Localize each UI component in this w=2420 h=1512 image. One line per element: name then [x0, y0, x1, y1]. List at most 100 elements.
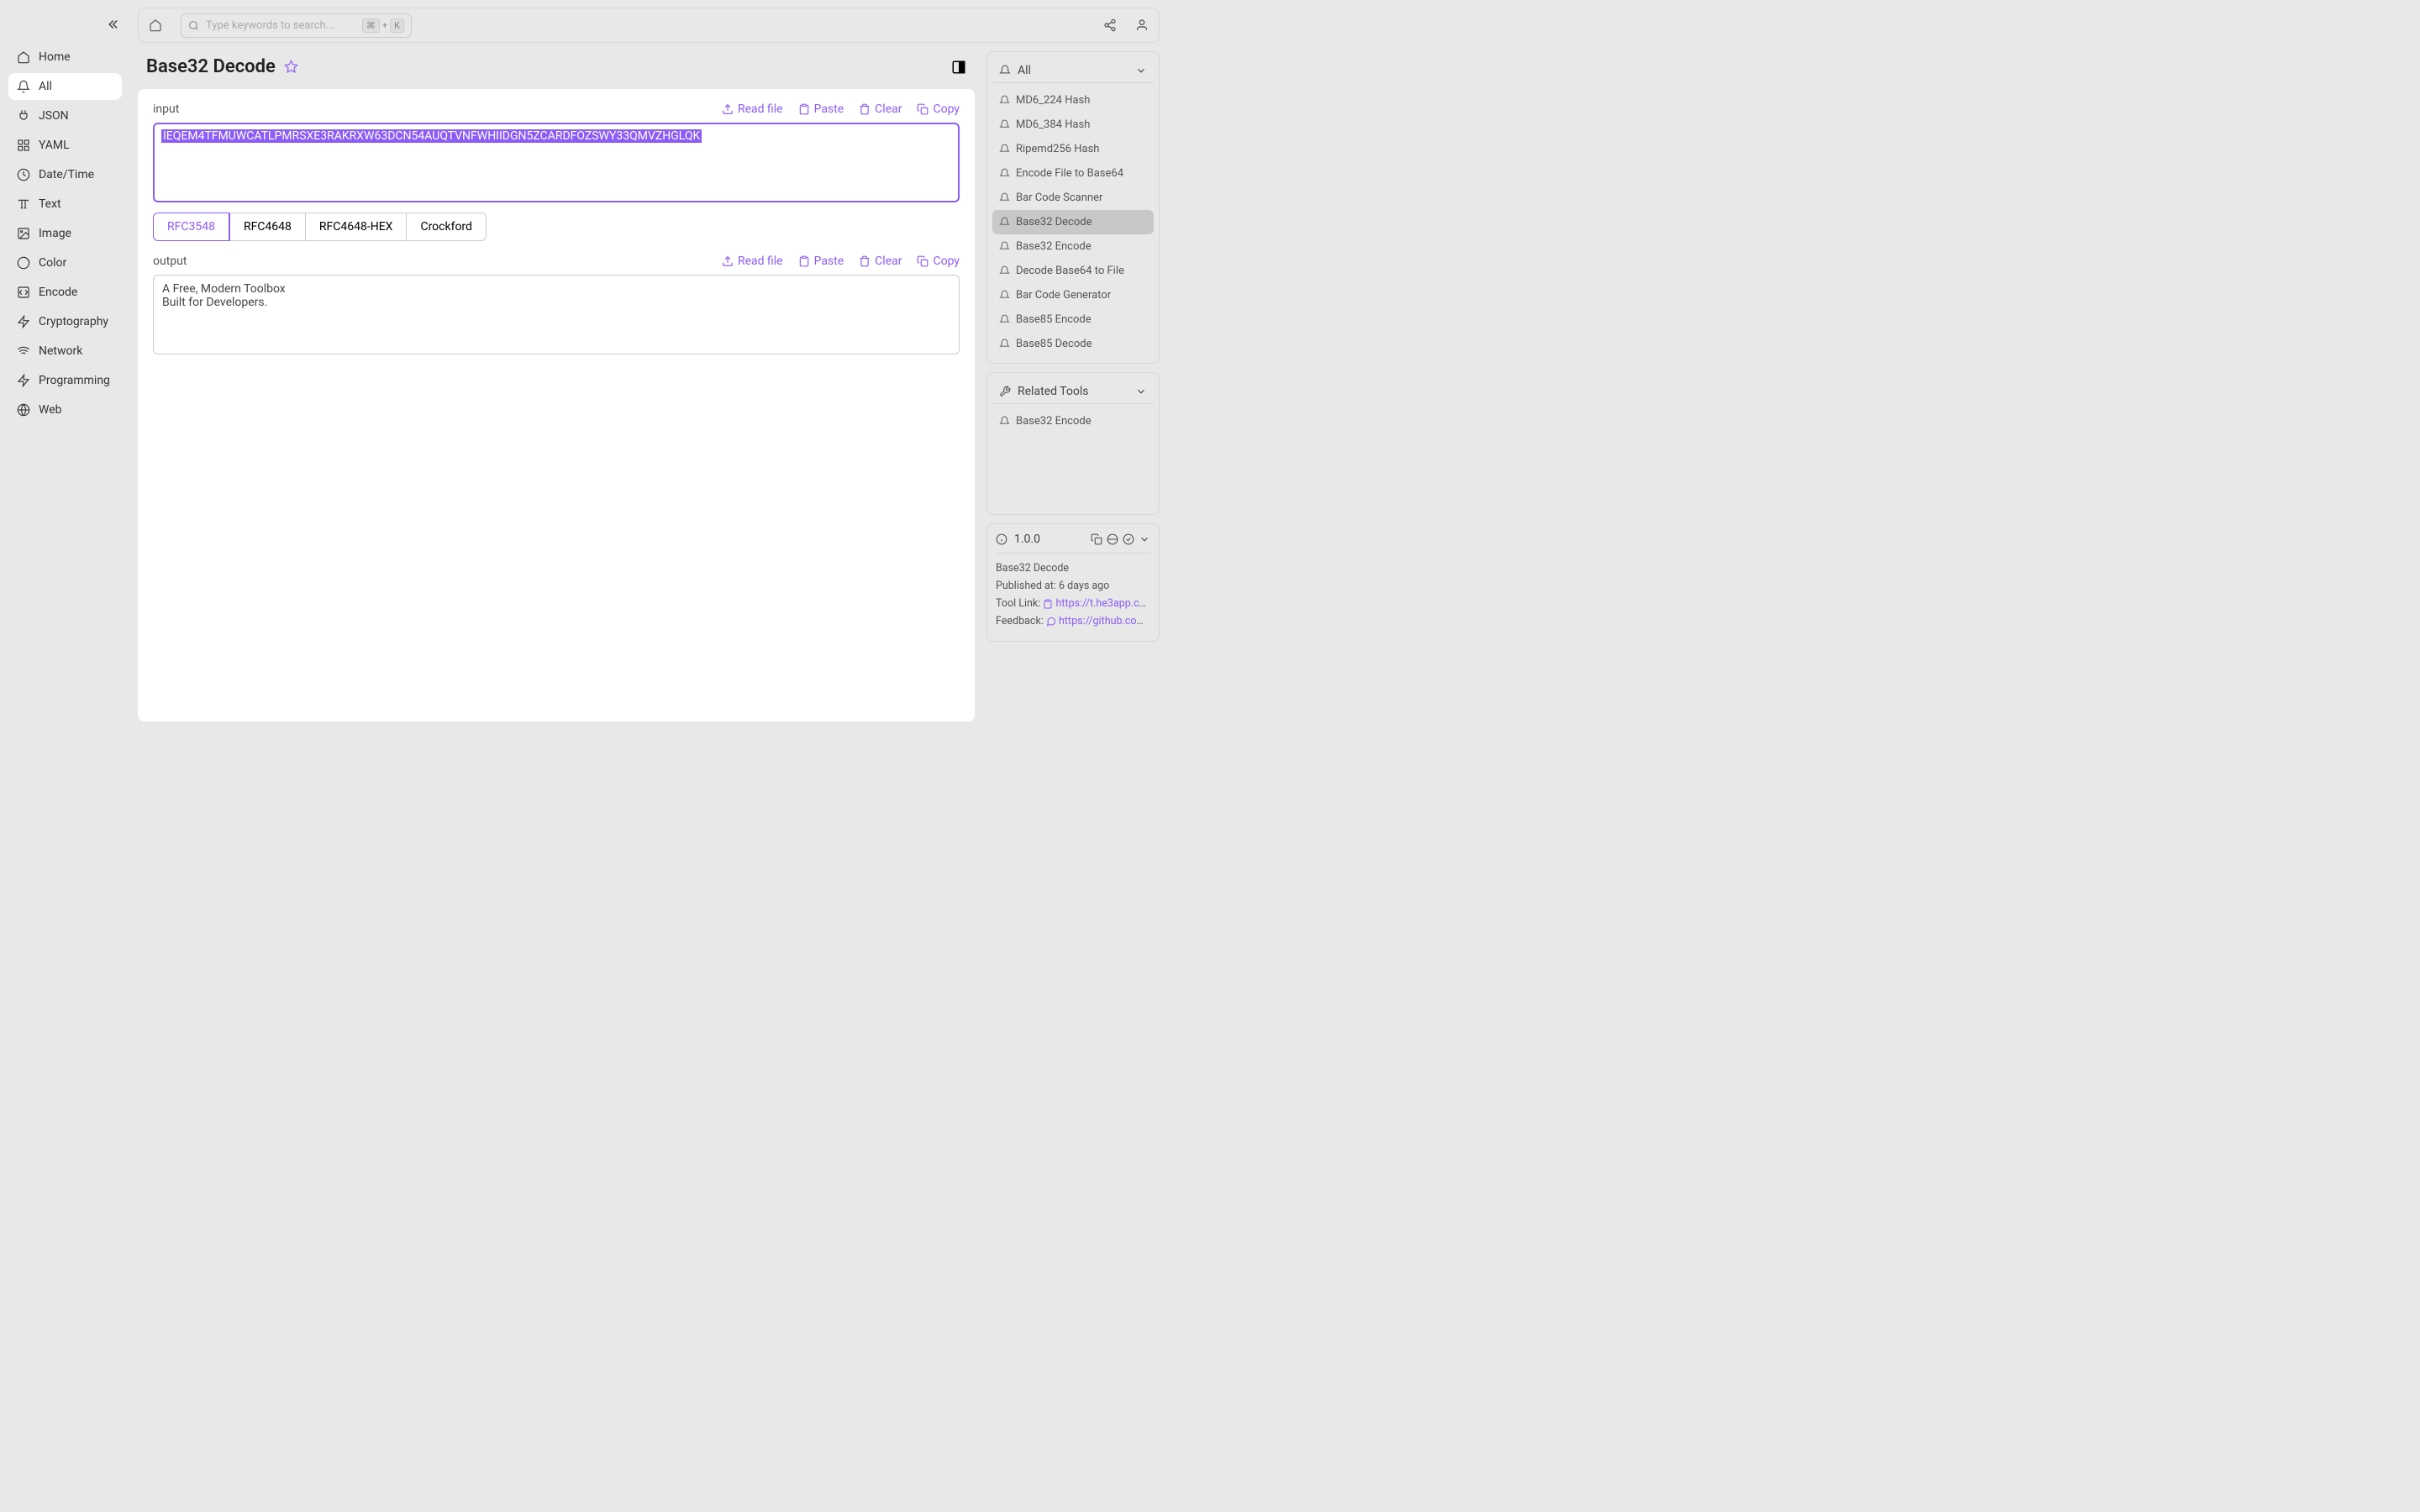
tool-item[interactable]: Encode File to Base64 [992, 161, 1154, 186]
home-button[interactable] [149, 18, 162, 32]
sidebar-item-web[interactable]: Web [8, 396, 122, 423]
tool-item[interactable]: Decode Base64 to File [992, 259, 1154, 283]
search-input[interactable] [206, 19, 362, 32]
search-box[interactable]: ⌘ + K [181, 13, 412, 38]
wrench-icon [999, 386, 1011, 397]
color-icon [17, 256, 30, 270]
sidebar-item-yaml[interactable]: YAML [8, 132, 122, 159]
related-panel-header: Related Tools [1018, 385, 1088, 398]
clipboard-icon [798, 255, 810, 267]
tool-item[interactable]: Bar Code Scanner [992, 186, 1154, 210]
version-text: 1.0.0 [1014, 533, 1040, 546]
copy-icon [917, 103, 929, 115]
plug-icon [17, 109, 30, 123]
info-tool-link: Tool Link: https://t.he3app.co... [996, 597, 1150, 610]
clipboard-icon [798, 103, 810, 115]
sidebar-item-color[interactable]: Color [8, 249, 122, 276]
copy-mini-icon[interactable] [1091, 533, 1102, 545]
tool-icon [999, 217, 1010, 228]
image-icon [17, 227, 30, 240]
wifi-icon [17, 344, 30, 358]
mode-segmented-control: RFC3548 RFC4648 RFC4648-HEX Crockford [153, 213, 960, 241]
tool-icon [999, 119, 1010, 130]
related-item[interactable]: Base32 Encode [992, 409, 1154, 433]
input-paste-button[interactable]: Paste [798, 102, 844, 116]
tool-item[interactable]: Base32 Encode [992, 234, 1154, 259]
info-panel: 1.0.0 Base32 Decode Published at: 6 days… [986, 523, 1160, 642]
sidebar-item-cryptography[interactable]: Cryptography [8, 308, 122, 335]
mode-crockford[interactable]: Crockford [407, 213, 487, 241]
tool-item[interactable]: MD6_384 Hash [992, 113, 1154, 137]
search-icon [188, 20, 199, 31]
sidebar-item-programming[interactable]: Programming [8, 367, 122, 394]
input-textarea[interactable]: IEQEM4TFMUWCATLPMRSXE3RAKRXW63DCN54AUQTV… [153, 123, 960, 202]
tool-icon [999, 416, 1010, 427]
sidebar-item-json[interactable]: JSON [8, 102, 122, 129]
tools-panel-header: All [1018, 64, 1031, 77]
external-link-icon [1043, 599, 1053, 609]
sidebar-item-label: Encode [39, 286, 77, 299]
tool-item[interactable]: Bar Code Generator [992, 283, 1154, 307]
sidebar-item-datetime[interactable]: Date/Time [8, 161, 122, 188]
sidebar-item-label: Image [39, 227, 71, 240]
sidebar-item-label: Text [39, 197, 61, 211]
favorite-button[interactable] [284, 60, 298, 74]
sidebar-item-home[interactable]: Home [8, 44, 122, 71]
sidebar-item-label: Programming [39, 374, 110, 387]
sidebar-item-label: Cryptography [39, 315, 108, 328]
mode-rfc4648-hex[interactable]: RFC4648-HEX [306, 213, 408, 241]
output-read-file-button[interactable]: Read file [722, 255, 783, 268]
text-icon [17, 197, 30, 211]
tool-icon [999, 144, 1010, 155]
output-clear-button[interactable]: Clear [859, 255, 902, 268]
info-published: Published at: 6 days ago [996, 580, 1150, 592]
input-label: input [153, 102, 179, 116]
sidebar-item-image[interactable]: Image [8, 220, 122, 247]
sidebar-item-label: Date/Time [39, 168, 94, 181]
output-textarea[interactable]: A Free, Modern Toolbox Built for Develop… [153, 275, 960, 354]
sidebar-item-encode[interactable]: Encode [8, 279, 122, 306]
mode-rfc3548[interactable]: RFC3548 [153, 213, 229, 241]
globe-mini-icon[interactable] [1107, 533, 1118, 545]
sidebar-item-all[interactable]: All [8, 73, 122, 100]
input-clear-button[interactable]: Clear [859, 102, 902, 116]
chevron-down-icon[interactable] [1139, 533, 1150, 545]
topbar: ⌘ + K [138, 8, 1160, 43]
sidebar-collapse-button[interactable] [108, 17, 123, 32]
output-paste-button[interactable]: Paste [798, 255, 844, 268]
chevron-down-icon[interactable] [1135, 386, 1147, 397]
lightning-icon [17, 315, 30, 328]
tool-item-active[interactable]: Base32 Decode [992, 210, 1154, 234]
chevron-down-icon[interactable] [1135, 65, 1147, 76]
upload-icon [722, 103, 734, 115]
check-mini-icon[interactable] [1123, 533, 1134, 545]
tool-item[interactable]: Base85 Decode [992, 332, 1154, 356]
tool-link[interactable]: https://t.he3app.co... [1056, 597, 1150, 610]
sidebar-item-label: YAML [39, 139, 70, 152]
user-icon[interactable] [1135, 18, 1149, 32]
tool-icon [999, 95, 1010, 106]
share-icon[interactable] [1103, 18, 1117, 32]
related-tools-panel: Related Tools Base32 Encode [986, 372, 1160, 515]
tool-item[interactable]: Ripemd256 Hash [992, 137, 1154, 161]
tools-list: MD6_224 Hash MD6_384 Hash Ripemd256 Hash… [992, 88, 1154, 356]
panel-toggle-icon[interactable] [951, 60, 966, 75]
sidebar-item-label: Web [39, 403, 62, 417]
input-read-file-button[interactable]: Read file [722, 102, 783, 116]
input-copy-button[interactable]: Copy [917, 102, 960, 116]
tool-item[interactable]: MD6_224 Hash [992, 88, 1154, 113]
output-copy-button[interactable]: Copy [917, 255, 960, 268]
feedback-link[interactable]: https://github.com/... [1059, 615, 1150, 627]
tools-panel: All MD6_224 Hash MD6_384 Hash Ripemd256 … [986, 51, 1160, 364]
sidebar-item-network[interactable]: Network [8, 338, 122, 365]
info-feedback: Feedback: https://github.com/... [996, 615, 1150, 627]
info-name: Base32 Decode [996, 562, 1150, 575]
sidebar-item-label: Color [39, 256, 66, 270]
mode-rfc4648[interactable]: RFC4648 [229, 213, 306, 241]
tool-icon [999, 168, 1010, 179]
tool-icon [999, 192, 1010, 203]
sidebar-item-label: Home [39, 50, 71, 64]
tool-icon [999, 241, 1010, 252]
sidebar-item-text[interactable]: Text [8, 191, 122, 218]
tool-item[interactable]: Base85 Encode [992, 307, 1154, 332]
